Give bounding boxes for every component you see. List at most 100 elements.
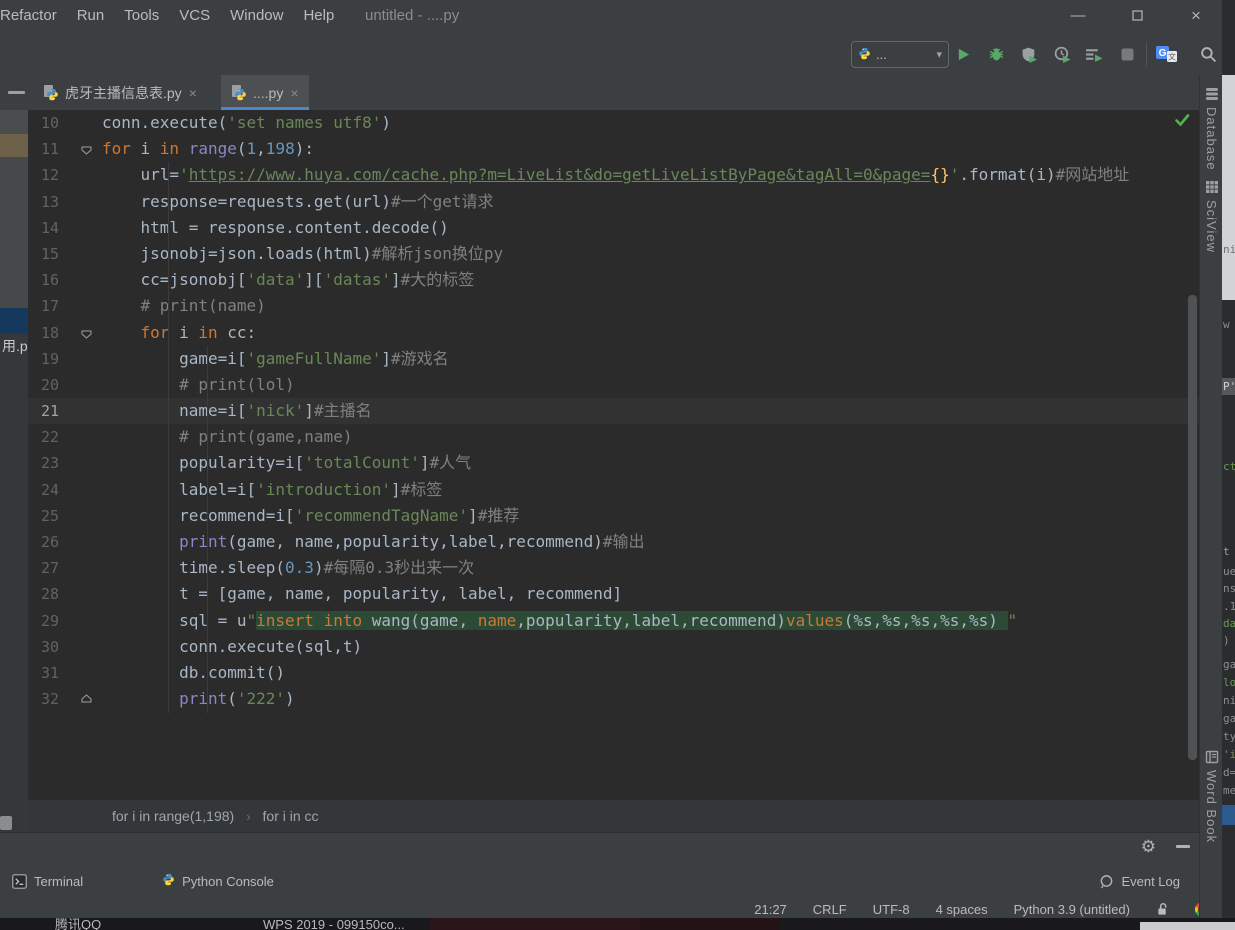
hide-tool-window-bar-icon[interactable] [8,91,25,94]
terminal-label: Terminal [34,874,83,889]
code-text[interactable]: jsonobj=json.loads(html)#解析json换位py [102,241,503,267]
tab-close-icon[interactable]: × [189,86,197,100]
line-number: 19 [28,346,59,372]
code-line-22[interactable]: 22 # print(game,name) [28,424,1199,450]
code-line-21[interactable]: 21 name=i['nick']#主播名 [28,398,1199,424]
code-line-17[interactable]: 17 # print(name) [28,293,1199,319]
run-concurrency-button[interactable] [1084,44,1104,64]
menu-tools[interactable]: Tools [114,0,169,32]
code-text[interactable]: # print(game,name) [102,424,352,450]
code-text[interactable]: for i in cc: [102,320,256,346]
code-line-20[interactable]: 20 # print(lol) [28,372,1199,398]
python-logo-icon [162,873,175,889]
menu-refactor[interactable]: Refactor [0,0,67,32]
code-line-31[interactable]: 31 db.commit() [28,660,1199,686]
hide-panel-icon[interactable] [1176,845,1190,848]
taskbar-item-qq[interactable]: 腾讯QQ [55,918,101,930]
stripe-button-database[interactable]: Database [1200,87,1223,171]
pycharm-window: Refactor Run Tools VCS Window Help untit… [0,0,1235,930]
profiler-button[interactable] [1052,44,1072,64]
code-text[interactable]: # print(name) [102,293,266,319]
status-encoding[interactable]: UTF-8 [873,902,910,917]
code-text[interactable]: recommend=i['recommendTagName']#推荐 [102,503,519,529]
code-line-19[interactable]: 19 game=i['gameFullName']#游戏名 [28,346,1199,372]
translate-button[interactable]: G 文 [1155,44,1179,64]
run-configuration-select[interactable]: ... ▾ [851,41,949,68]
breadcrumb-item[interactable]: for i in range(1,198) [112,808,234,824]
stripe-button-sciview[interactable]: SciView [1200,180,1223,253]
status-indent[interactable]: 4 spaces [936,902,988,917]
code-line-28[interactable]: 28 t = [game, name, popularity, label, r… [28,581,1199,607]
stop-button[interactable] [1117,44,1137,64]
code-line-15[interactable]: 15 jsonobj=json.loads(html)#解析json换位py [28,241,1199,267]
menu-run[interactable]: Run [67,0,115,32]
run-button[interactable] [953,44,973,64]
code-line-12[interactable]: 12 url='https://www.huya.com/cache.php?m… [28,162,1199,188]
code-text[interactable]: response=requests.get(url)#一个get请求 [102,189,494,215]
lock-icon[interactable] [1156,902,1169,916]
code-line-14[interactable]: 14 html = response.content.decode() [28,215,1199,241]
code-text[interactable]: # print(lol) [102,372,295,398]
code-line-25[interactable]: 25 recommend=i['recommendTagName']#推荐 [28,503,1199,529]
menu-vcs[interactable]: VCS [169,0,220,32]
maximize-button[interactable] [1114,0,1160,31]
code-text[interactable]: cc=jsonobj['data']['datas']#大的标签 [102,267,474,293]
code-text[interactable]: db.commit() [102,660,285,686]
menu-help[interactable]: Help [293,0,344,32]
tab-untitled-file[interactable]: ....py × [221,75,309,110]
code-text[interactable]: conn.execute(sql,t) [102,634,362,660]
code-text[interactable]: t = [game, name, popularity, label, reco… [102,581,622,607]
editor-scrollbar[interactable] [1188,295,1197,760]
code-text[interactable]: time.sleep(0.3)#每隔0.3秒出来一次 [102,555,474,581]
code-text[interactable]: name=i['nick']#主播名 [102,398,372,424]
code-text[interactable]: for i in range(1,198): [102,136,314,162]
fold-arrow-down-icon[interactable] [59,320,102,346]
maximize-icon [1132,10,1143,21]
taskbar-thumbnail [1140,922,1235,930]
code-line-32[interactable]: 32 print('222') [28,686,1199,712]
code-text[interactable]: sql = u"insert into wang(game, name,popu… [102,608,1017,634]
tab-huya-file[interactable]: 虎牙主播信息表.py × [33,75,207,110]
code-line-24[interactable]: 24 label=i['introduction']#标签 [28,477,1199,503]
tool-window-python-console[interactable]: Python Console [150,862,286,900]
menu-window[interactable]: Window [220,0,293,32]
tool-window-terminal[interactable]: Terminal [0,862,95,900]
debug-button[interactable] [986,44,1006,64]
code-line-26[interactable]: 26 print(game, name,popularity,label,rec… [28,529,1199,555]
background-text-fragment: lo [1223,676,1235,689]
code-editor[interactable]: 10conn.execute('set names utf8')11for i … [28,110,1199,800]
line-number: 29 [28,608,59,634]
taskbar-item-wps[interactable]: WPS 2019 - 099150co... [263,918,405,930]
minimize-button[interactable]: — [1055,0,1101,31]
code-line-23[interactable]: 23 popularity=i['totalCount']#人气 [28,450,1199,476]
gear-icon[interactable]: ⚙ [1141,837,1156,857]
stripe-button-word-book[interactable]: Word Book [1200,750,1223,843]
tab-close-icon[interactable]: × [290,86,298,100]
code-line-27[interactable]: 27 time.sleep(0.3)#每隔0.3秒出来一次 [28,555,1199,581]
close-button[interactable]: × [1173,0,1219,31]
code-line-18[interactable]: 18 for i in cc: [28,320,1199,346]
code-line-11[interactable]: 11for i in range(1,198): [28,136,1199,162]
code-text[interactable]: url='https://www.huya.com/cache.php?m=Li… [102,162,1129,188]
inspection-status-icon[interactable] [1174,112,1190,133]
status-line-separator[interactable]: CRLF [813,902,847,917]
code-line-30[interactable]: 30 conn.execute(sql,t) [28,634,1199,660]
event-log-button[interactable]: Event Log [1087,862,1192,900]
search-everywhere-button[interactable] [1198,44,1218,64]
code-text[interactable]: label=i['introduction']#标签 [102,477,442,503]
code-line-13[interactable]: 13 response=requests.get(url)#一个get请求 [28,189,1199,215]
code-text[interactable]: game=i['gameFullName']#游戏名 [102,346,449,372]
fold-arrow-up-icon[interactable] [59,686,102,712]
status-interpreter[interactable]: Python 3.9 (untitled) [1014,902,1130,917]
code-text[interactable]: html = response.content.decode() [102,215,449,241]
code-text[interactable]: print('222') [102,686,295,712]
code-line-29[interactable]: 29 sql = u"insert into wang(game, name,p… [28,608,1199,634]
code-text[interactable]: popularity=i['totalCount']#人气 [102,450,471,476]
code-text[interactable]: print(game, name,popularity,label,recomm… [102,529,645,555]
code-line-16[interactable]: 16 cc=jsonobj['data']['datas']#大的标签 [28,267,1199,293]
code-text[interactable]: conn.execute('set names utf8') [102,110,391,136]
fold-arrow-down-icon[interactable] [59,136,102,162]
run-with-coverage-button[interactable] [1019,44,1039,64]
breadcrumb-item[interactable]: for i in cc [263,808,319,824]
code-line-10[interactable]: 10conn.execute('set names utf8') [28,110,1199,136]
